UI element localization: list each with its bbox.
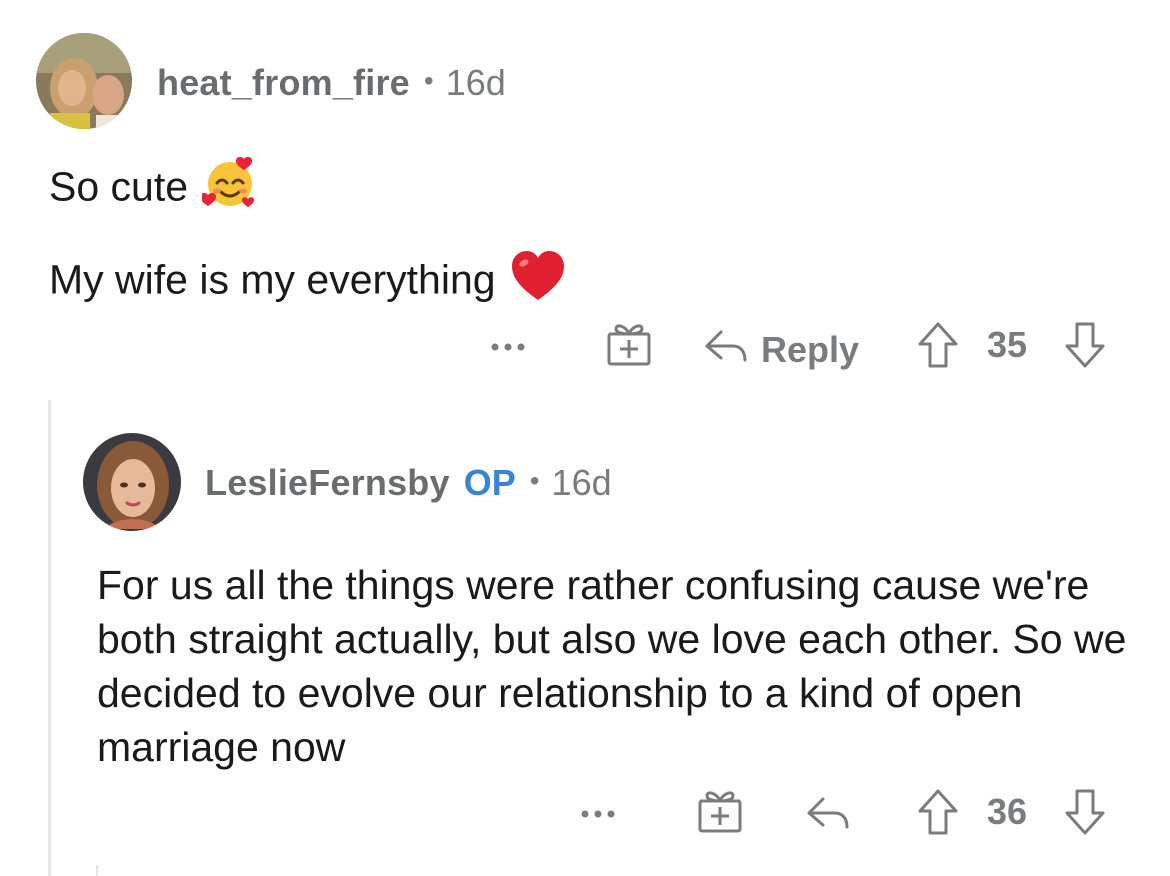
comment-text: So cute xyxy=(49,163,189,210)
award-gift-icon[interactable] xyxy=(606,322,652,366)
avatar[interactable] xyxy=(36,33,132,129)
upvote-button[interactable] xyxy=(916,320,960,370)
more-options-button[interactable] xyxy=(579,787,619,837)
username[interactable]: heat_from_fire xyxy=(157,62,410,104)
vote-score: 35 xyxy=(987,324,1028,365)
comment-text: My wife is my everything xyxy=(49,256,496,303)
reply-icon xyxy=(703,320,749,379)
reply-comment: LeslieFernsby OP • 16d For us all the th… xyxy=(0,400,1170,876)
comment: heat_from_fire • 16d So cute My wife is … xyxy=(0,0,1170,400)
comment-text: For us all the things were rather confus… xyxy=(97,562,1127,770)
thread-line xyxy=(96,865,98,876)
reply-label: Reply xyxy=(761,328,860,370)
vote-score: 36 xyxy=(987,791,1028,832)
downvote-button[interactable] xyxy=(1063,787,1107,837)
reply-button[interactable]: Reply xyxy=(703,320,859,379)
timestamp: 16d xyxy=(551,462,612,503)
comment-meta: LeslieFernsby OP • 16d xyxy=(205,462,612,504)
comment-actions: 36 xyxy=(0,787,1170,837)
comment-meta: heat_from_fire • 16d xyxy=(157,62,506,104)
avatar[interactable] xyxy=(83,433,181,531)
award-gift-icon[interactable] xyxy=(697,789,743,833)
upvote-button[interactable] xyxy=(916,787,960,837)
op-badge: OP xyxy=(463,462,516,503)
downvote-button[interactable] xyxy=(1063,320,1107,370)
reply-button[interactable] xyxy=(805,787,851,846)
separator-dot: • xyxy=(529,465,540,496)
reply-icon xyxy=(805,787,851,846)
separator-dot: • xyxy=(423,65,434,96)
username[interactable]: LeslieFernsby xyxy=(205,462,450,504)
comment-line: So cute xyxy=(49,155,258,224)
red-heart-icon xyxy=(510,250,566,315)
timestamp: 16d xyxy=(445,62,506,103)
comment-line: My wife is my everything xyxy=(49,250,566,315)
smiling-face-with-hearts-icon xyxy=(199,155,258,224)
more-options-button[interactable] xyxy=(489,320,529,370)
comment-actions: Reply 35 xyxy=(0,320,1170,370)
